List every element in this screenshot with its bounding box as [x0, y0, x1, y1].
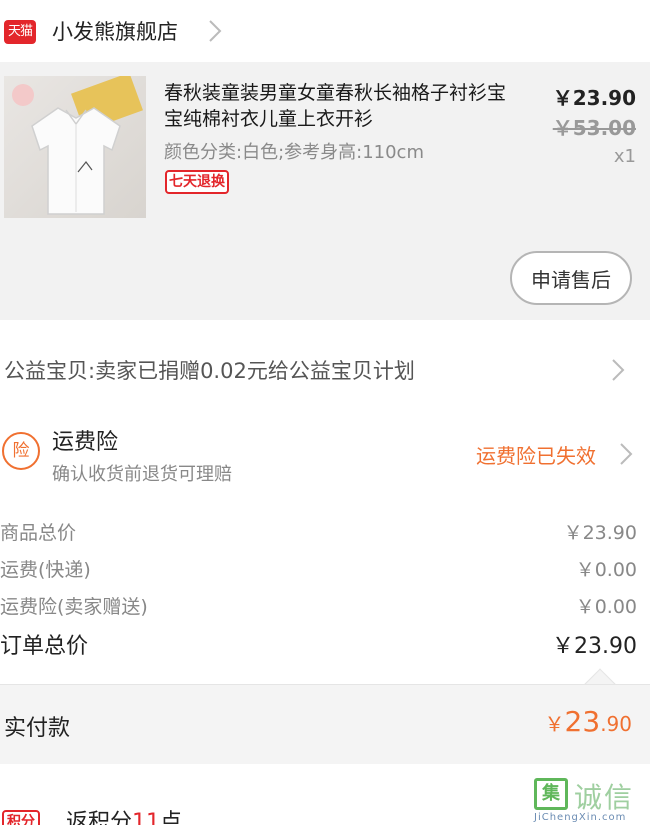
shop-header[interactable]: 天猫 小发熊旗舰店 [0, 0, 650, 62]
paid-integer: 23 [564, 705, 601, 738]
points-text: 返积分11点 [66, 804, 182, 825]
product-sku: 颜色分类:白色;参考身高:110cm [164, 142, 424, 163]
watermark-logo-icon: 集 [534, 778, 568, 810]
return-policy-tag: 七天退换 [165, 170, 229, 194]
summary-label: 运费险(卖家赠送) [0, 596, 148, 618]
order-total-value: ￥23.90 [552, 634, 637, 659]
product-original-price: ￥53.00 [552, 116, 636, 140]
summary-value: ￥0.00 [575, 596, 637, 618]
summary-value: ￥0.00 [575, 559, 637, 581]
after-sale-button[interactable]: 申请售后 [510, 251, 632, 305]
paid-currency: ￥ [544, 712, 565, 736]
points-count: 11 [132, 810, 161, 825]
chevron-right-icon[interactable] [204, 16, 226, 46]
summary-value: ￥23.90 [563, 522, 637, 544]
product-quantity: x1 [613, 146, 636, 167]
insurance-status-link[interactable]: 运费险已失效 [476, 440, 596, 469]
points-suffix: 点 [160, 810, 183, 825]
summary-label: 商品总价 [0, 522, 77, 544]
summary-row-insurance: 运费险(卖家赠送) ￥0.00 [0, 592, 650, 622]
chevron-right-icon[interactable] [616, 440, 636, 468]
watermark: 集 诚信 JiChengXin.com [528, 774, 650, 825]
order-total-row: 订单总价 ￥23.90 [0, 628, 650, 662]
product-price: ￥23.90 [552, 86, 636, 110]
points-prefix: 返积分 [66, 810, 133, 825]
paid-label: 实付款 [4, 716, 71, 741]
product-image[interactable] [4, 76, 146, 218]
paid-amount: ￥23.90 [545, 705, 632, 738]
insurance-title: 运费险 [52, 430, 119, 455]
paid-row: 实付款 ￥23.90 [0, 684, 650, 764]
summary-row-shipping: 运费(快递) ￥0.00 [0, 555, 650, 585]
insurance-subtitle: 确认收货前退货可理赔 [52, 464, 232, 485]
summary-row-goods: 商品总价 ￥23.90 [0, 518, 650, 548]
charity-text: 公益宝贝:卖家已捐赠0.02元给公益宝贝计划 [4, 359, 415, 383]
insurance-icon: 险 [2, 432, 40, 470]
tmall-logo-icon: 天猫 [4, 20, 36, 44]
points-badge: 积分 [2, 810, 40, 825]
order-total-label: 订单总价 [0, 634, 89, 659]
chevron-right-icon [612, 359, 625, 381]
watermark-url: JiChengXin.com [534, 812, 627, 823]
watermark-text: 诚信 [574, 781, 635, 814]
paid-decimal: .90 [600, 712, 632, 736]
shop-name[interactable]: 小发熊旗舰店 [52, 16, 178, 46]
summary-label: 运费(快递) [0, 559, 91, 581]
charity-row[interactable]: 公益宝贝:卖家已捐赠0.02元给公益宝贝计划 [0, 340, 650, 400]
product-title[interactable]: 春秋装童装男童女童春秋长袖格子衬衫宝宝纯棉衬衣儿童上衣开衫 [164, 80, 509, 132]
shirt-icon [31, 107, 121, 215]
